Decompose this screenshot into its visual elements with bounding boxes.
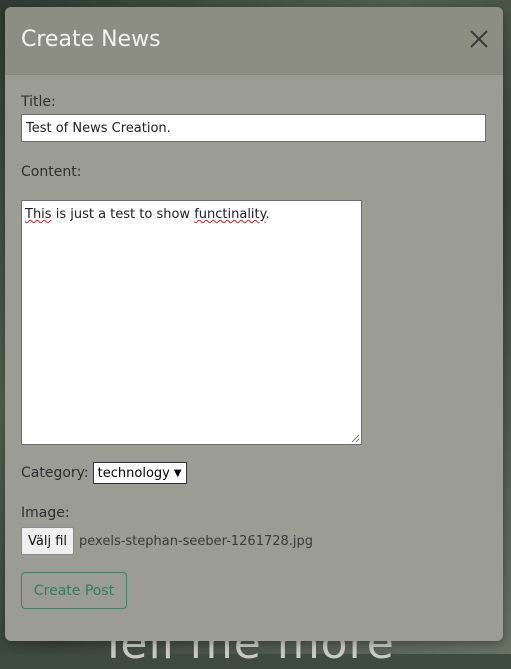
- modal-header: Create News: [5, 7, 503, 75]
- choose-file-button[interactable]: Välj fil: [21, 527, 75, 555]
- create-news-modal: Create News Title: Content: This is just…: [5, 7, 503, 641]
- category-row: Category: technology ▼: [21, 462, 187, 484]
- selected-file-name: pexels-stephan-seeber-1261728.jpg: [79, 533, 314, 549]
- image-label: Image:: [21, 505, 70, 521]
- category-selected-value: technology: [97, 465, 170, 481]
- content-text-misspelled-2: functinality: [194, 207, 266, 222]
- category-label: Category:: [21, 465, 89, 481]
- create-post-button[interactable]: Create Post: [21, 572, 127, 609]
- title-input[interactable]: [21, 114, 486, 142]
- close-button[interactable]: [467, 27, 491, 51]
- close-icon: [470, 30, 488, 48]
- content-textarea[interactable]: This is just a test to show functinality…: [21, 200, 362, 445]
- title-label: Title:: [21, 94, 56, 110]
- content-text: is just a test to show: [51, 207, 195, 222]
- modal-title: Create News: [21, 27, 161, 52]
- category-select[interactable]: technology ▼: [92, 462, 187, 484]
- chevron-down-icon: ▼: [173, 467, 182, 479]
- file-input-row: Välj fil pexels-stephan-seeber-1261728.j…: [21, 527, 313, 555]
- content-label: Content:: [21, 164, 82, 180]
- resize-grip-icon[interactable]: [351, 434, 360, 443]
- content-text-end: .: [265, 207, 270, 222]
- content-text-misspelled-1: This: [25, 207, 52, 222]
